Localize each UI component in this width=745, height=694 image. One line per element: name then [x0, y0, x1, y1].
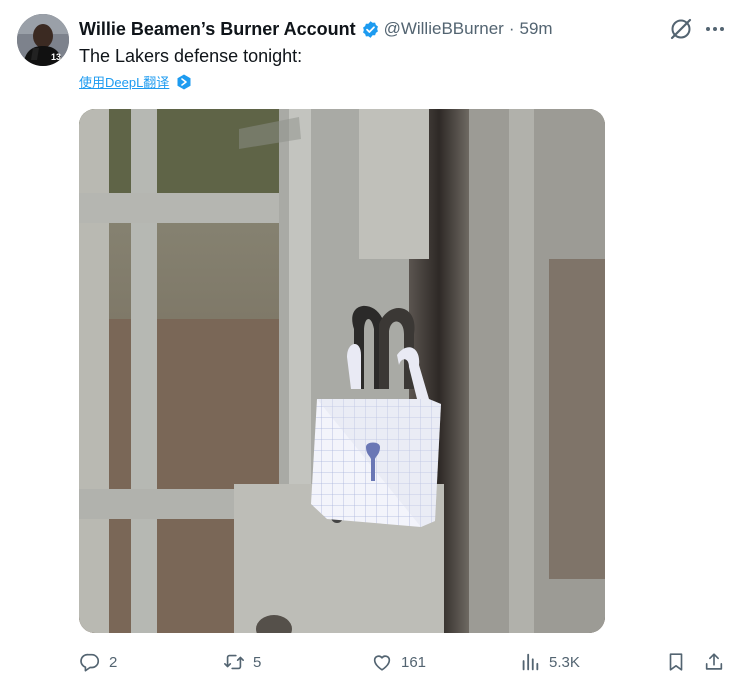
- share-button[interactable]: [703, 648, 725, 676]
- avatar[interactable]: 13: [17, 14, 69, 66]
- post-image[interactable]: [79, 109, 605, 633]
- tweet[interactable]: 13 Willie Beamen’s Burner Account @Willi…: [0, 0, 745, 694]
- more-icon[interactable]: [701, 16, 729, 42]
- display-name[interactable]: Willie Beamen’s Burner Account: [79, 19, 356, 40]
- views-icon: [522, 653, 539, 671]
- repost-button[interactable]: 5: [223, 648, 261, 676]
- repost-count: 5: [253, 653, 262, 671]
- action-bar: 2 5 161 5.3K: [79, 648, 729, 676]
- padlock-photo: [79, 109, 605, 633]
- like-count: 161: [401, 653, 427, 671]
- verified-badge-icon: [362, 20, 378, 38]
- views-count: 5.3K: [549, 653, 580, 671]
- bookmark-button[interactable]: [665, 648, 687, 676]
- translate-link[interactable]: 使用DeepL翻译: [79, 72, 169, 91]
- svg-text:13: 13: [51, 52, 61, 62]
- handle[interactable]: @WillieBBurner: [384, 19, 504, 39]
- grok-icon[interactable]: [668, 16, 694, 42]
- share-icon: [705, 653, 723, 670]
- post-header: Willie Beamen’s Burner Account @WillieBB…: [79, 16, 553, 42]
- like-button[interactable]: 161: [371, 648, 426, 676]
- deepl-icon[interactable]: [176, 74, 192, 90]
- translate-row: 使用DeepL翻译: [79, 72, 192, 91]
- reply-icon: [80, 653, 100, 672]
- post-text: The Lakers defense tonight:: [79, 46, 303, 66]
- reply-button[interactable]: 2: [79, 648, 117, 676]
- timestamp[interactable]: 59m: [519, 19, 552, 39]
- separator: ·: [508, 19, 515, 38]
- like-icon: [373, 655, 391, 671]
- repost-icon: [224, 654, 244, 670]
- reply-count: 2: [109, 653, 118, 671]
- views-button[interactable]: 5.3K: [519, 648, 580, 676]
- bookmark-icon: [669, 653, 683, 671]
